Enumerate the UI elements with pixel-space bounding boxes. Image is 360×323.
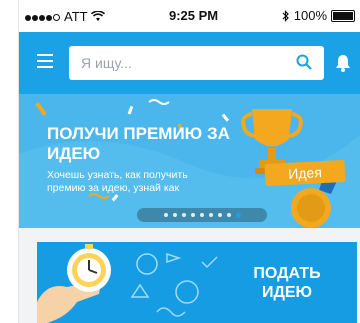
- clock: 9:25 PM: [169, 8, 219, 23]
- promo-banner[interactable]: ПОЛУЧИ ПРЕМИЮ ЗА ИДЕЮ Хочешь узнать, как…: [19, 94, 360, 228]
- pager-dot[interactable]: [217, 213, 222, 217]
- notification-bell-icon[interactable]: [335, 54, 351, 72]
- banner-title: ПОЛУЧИ ПРЕМИЮ ЗА ИДЕЮ: [47, 124, 230, 163]
- carousel-pager[interactable]: [137, 208, 267, 222]
- pager-dot[interactable]: [181, 213, 186, 217]
- status-bar: ATT 9:25 PM 100%: [19, 0, 360, 32]
- battery-label: 100%: [293, 8, 327, 23]
- banner-ribbon-label: Идея: [264, 159, 346, 187]
- section-divider: [19, 228, 360, 242]
- banner-subtitle: Хочешь узнать, как получить премию за ид…: [47, 169, 188, 194]
- pager-dot[interactable]: [190, 213, 195, 217]
- bluetooth-icon: [282, 9, 289, 22]
- status-right: 100%: [282, 8, 355, 23]
- pager-dot[interactable]: [208, 213, 213, 217]
- search-input[interactable]: Я ищу...: [69, 46, 324, 80]
- stopwatch-hand-illustration: [37, 244, 218, 323]
- pager-dot[interactable]: [172, 213, 177, 217]
- wifi-icon: [90, 11, 105, 21]
- submit-idea-label: ПОДАТЬ ИДЕЮ: [253, 265, 321, 301]
- pager-dot[interactable]: [199, 213, 204, 217]
- pager-dot[interactable]: [235, 212, 241, 218]
- search-placeholder: Я ищу...: [81, 55, 132, 71]
- app-bar: Я ищу...: [19, 32, 360, 94]
- phone-frame: ATT 9:25 PM 100% Я ищу... ПОЛУЧИ ПРЕМИЮ …: [18, 0, 360, 323]
- pager-dot[interactable]: [163, 213, 168, 217]
- carrier-label: ATT: [64, 9, 88, 24]
- hamburger-menu-icon[interactable]: [37, 54, 53, 68]
- battery-icon: [331, 9, 355, 22]
- pager-dot[interactable]: [226, 213, 231, 217]
- submit-idea-card[interactable]: ПОДАТЬ ИДЕЮ: [37, 242, 357, 323]
- signal-dots-icon: [25, 9, 61, 24]
- search-icon[interactable]: [296, 54, 312, 70]
- status-left: ATT: [25, 9, 105, 24]
